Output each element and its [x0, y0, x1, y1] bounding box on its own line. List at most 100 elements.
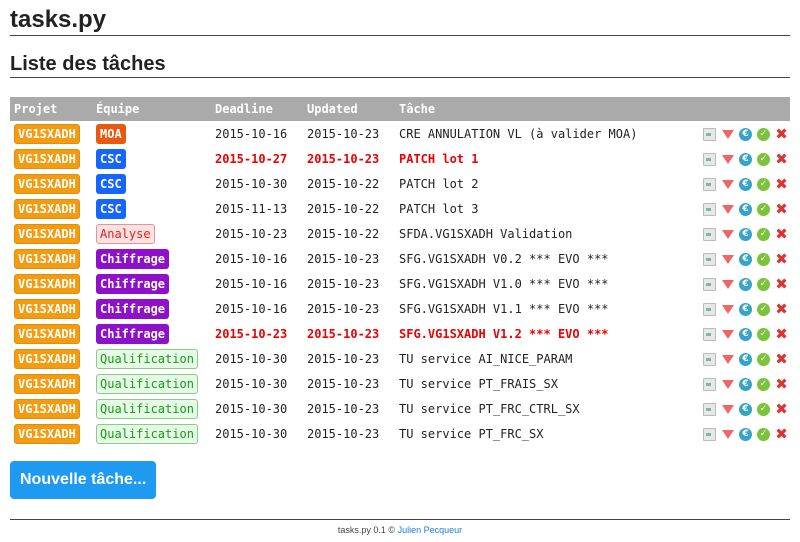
- projet-badge[interactable]: VG1SXADH: [14, 348, 80, 369]
- equipe-badge[interactable]: Chiffrage: [96, 298, 170, 319]
- euro-icon[interactable]: €: [739, 352, 752, 366]
- cell-tache[interactable]: SFDA.VG1SXADH Validation: [395, 221, 684, 246]
- down-arrow-icon[interactable]: [722, 229, 734, 239]
- projet-badge[interactable]: VG1SXADH: [14, 173, 80, 194]
- euro-icon[interactable]: €: [739, 377, 752, 391]
- cell-tache[interactable]: SFG.VG1SXADH V1.1 *** EVO ***: [395, 296, 684, 321]
- check-icon[interactable]: ✓: [757, 127, 770, 141]
- euro-icon[interactable]: €: [739, 202, 752, 216]
- document-icon[interactable]: [703, 177, 716, 191]
- projet-badge[interactable]: VG1SXADH: [14, 148, 80, 169]
- projet-badge[interactable]: VG1SXADH: [14, 323, 80, 344]
- down-arrow-icon[interactable]: [722, 404, 734, 414]
- document-icon[interactable]: [703, 352, 716, 366]
- equipe-badge[interactable]: CSC: [96, 173, 126, 194]
- delete-icon[interactable]: ✖: [775, 201, 788, 216]
- equipe-badge[interactable]: Analyse: [96, 223, 155, 244]
- down-arrow-icon[interactable]: [722, 279, 734, 289]
- delete-icon[interactable]: ✖: [775, 401, 788, 416]
- check-icon[interactable]: ✓: [757, 352, 770, 366]
- new-task-button[interactable]: Nouvelle tâche...: [10, 461, 157, 499]
- delete-icon[interactable]: ✖: [775, 326, 788, 341]
- down-arrow-icon[interactable]: [722, 354, 734, 364]
- down-arrow-icon[interactable]: [722, 154, 734, 164]
- down-arrow-icon[interactable]: [722, 429, 734, 439]
- check-icon[interactable]: ✓: [757, 327, 770, 341]
- projet-badge[interactable]: VG1SXADH: [14, 298, 80, 319]
- cell-tache[interactable]: PATCH lot 1: [395, 146, 684, 171]
- check-icon[interactable]: ✓: [757, 177, 770, 191]
- column-header-equipe[interactable]: Équipe: [92, 97, 211, 121]
- cell-tache[interactable]: SFG.VG1SXADH V1.0 *** EVO ***: [395, 271, 684, 296]
- document-icon[interactable]: [703, 227, 716, 241]
- delete-icon[interactable]: ✖: [775, 176, 788, 191]
- equipe-badge[interactable]: Qualification: [96, 398, 198, 419]
- euro-icon[interactable]: €: [739, 252, 752, 266]
- down-arrow-icon[interactable]: [722, 204, 734, 214]
- document-icon[interactable]: [703, 427, 716, 441]
- down-arrow-icon[interactable]: [722, 304, 734, 314]
- check-icon[interactable]: ✓: [757, 302, 770, 316]
- check-icon[interactable]: ✓: [757, 377, 770, 391]
- projet-badge[interactable]: VG1SXADH: [14, 373, 80, 394]
- check-icon[interactable]: ✓: [757, 252, 770, 266]
- document-icon[interactable]: [703, 377, 716, 391]
- column-header-tache[interactable]: Tâche: [395, 97, 684, 121]
- equipe-badge[interactable]: Qualification: [96, 423, 198, 444]
- check-icon[interactable]: ✓: [757, 202, 770, 216]
- down-arrow-icon[interactable]: [722, 129, 734, 139]
- projet-badge[interactable]: VG1SXADH: [14, 398, 80, 419]
- check-icon[interactable]: ✓: [757, 427, 770, 441]
- projet-badge[interactable]: VG1SXADH: [14, 223, 80, 244]
- check-icon[interactable]: ✓: [757, 277, 770, 291]
- delete-icon[interactable]: ✖: [775, 426, 788, 441]
- delete-icon[interactable]: ✖: [775, 351, 788, 366]
- projet-badge[interactable]: VG1SXADH: [14, 123, 80, 144]
- document-icon[interactable]: [703, 327, 716, 341]
- delete-icon[interactable]: ✖: [775, 126, 788, 141]
- document-icon[interactable]: [703, 277, 716, 291]
- projet-badge[interactable]: VG1SXADH: [14, 273, 80, 294]
- projet-badge[interactable]: VG1SXADH: [14, 198, 80, 219]
- column-header-deadline[interactable]: Deadline: [211, 97, 303, 121]
- equipe-badge[interactable]: Chiffrage: [96, 248, 170, 269]
- column-header-projet[interactable]: Projet: [10, 97, 92, 121]
- down-arrow-icon[interactable]: [722, 254, 734, 264]
- equipe-badge[interactable]: CSC: [96, 198, 126, 219]
- equipe-badge[interactable]: Qualification: [96, 373, 198, 394]
- delete-icon[interactable]: ✖: [775, 276, 788, 291]
- cell-tache[interactable]: TU service PT_FRC_SX: [395, 421, 684, 446]
- cell-tache[interactable]: TU service PT_FRAIS_SX: [395, 371, 684, 396]
- equipe-badge[interactable]: MOA: [96, 123, 126, 144]
- cell-tache[interactable]: TU service PT_FRC_CTRL_SX: [395, 396, 684, 421]
- euro-icon[interactable]: €: [739, 427, 752, 441]
- column-header-updated[interactable]: Updated: [303, 97, 395, 121]
- euro-icon[interactable]: €: [739, 152, 752, 166]
- euro-icon[interactable]: €: [739, 177, 752, 191]
- equipe-badge[interactable]: Qualification: [96, 348, 198, 369]
- equipe-badge[interactable]: CSC: [96, 148, 126, 169]
- euro-icon[interactable]: €: [739, 277, 752, 291]
- delete-icon[interactable]: ✖: [775, 376, 788, 391]
- down-arrow-icon[interactable]: [722, 179, 734, 189]
- document-icon[interactable]: [703, 402, 716, 416]
- cell-tache[interactable]: PATCH lot 3: [395, 196, 684, 221]
- equipe-badge[interactable]: Chiffrage: [96, 323, 170, 344]
- delete-icon[interactable]: ✖: [775, 151, 788, 166]
- document-icon[interactable]: [703, 252, 716, 266]
- cell-tache[interactable]: TU service AI_NICE_PARAM: [395, 346, 684, 371]
- document-icon[interactable]: [703, 202, 716, 216]
- check-icon[interactable]: ✓: [757, 152, 770, 166]
- euro-icon[interactable]: €: [739, 302, 752, 316]
- cell-tache[interactable]: SFG.VG1SXADH V1.2 *** EVO ***: [395, 321, 684, 346]
- check-icon[interactable]: ✓: [757, 402, 770, 416]
- document-icon[interactable]: [703, 302, 716, 316]
- euro-icon[interactable]: €: [739, 127, 752, 141]
- delete-icon[interactable]: ✖: [775, 226, 788, 241]
- delete-icon[interactable]: ✖: [775, 301, 788, 316]
- equipe-badge[interactable]: Chiffrage: [96, 273, 170, 294]
- delete-icon[interactable]: ✖: [775, 251, 788, 266]
- down-arrow-icon[interactable]: [722, 379, 734, 389]
- check-icon[interactable]: ✓: [757, 227, 770, 241]
- cell-tache[interactable]: PATCH lot 2: [395, 171, 684, 196]
